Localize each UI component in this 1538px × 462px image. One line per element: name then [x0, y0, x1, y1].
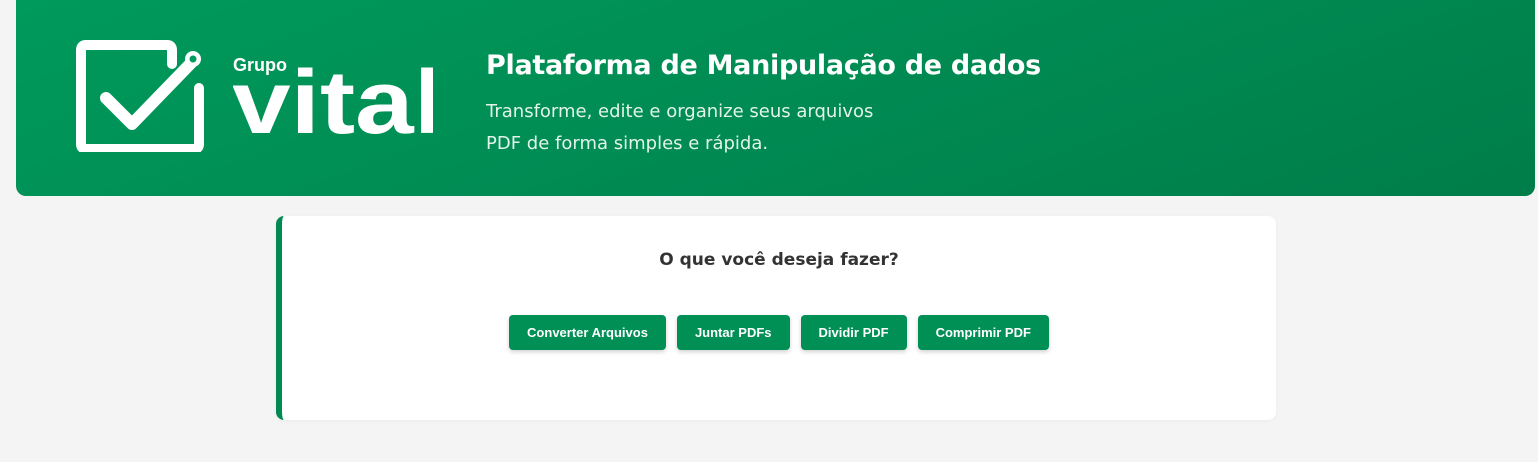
- action-card: O que você deseja fazer? Converter Arqui…: [276, 216, 1276, 420]
- subtitle-line-2: PDF de forma simples e rápida.: [486, 133, 769, 154]
- subtitle-line-1: Transforme, edite e organize seus arquiv…: [486, 101, 874, 122]
- merge-pdfs-button[interactable]: Juntar PDFs: [676, 315, 790, 350]
- split-pdf-button[interactable]: Dividir PDF: [800, 315, 907, 350]
- checkbox-logo-icon: [76, 40, 204, 152]
- brand-large-text: vital: [233, 53, 433, 142]
- header-banner: Grupo vital Plataforma de Manipulação de…: [16, 0, 1535, 196]
- brand-logo-text: Grupo vital: [233, 53, 433, 142]
- convert-files-button[interactable]: Converter Arquivos: [509, 315, 666, 350]
- action-question: O que você deseja fazer?: [659, 250, 899, 270]
- action-buttons: Converter Arquivos Juntar PDFs Dividir P…: [282, 315, 1276, 350]
- page-subtitle: Transforme, edite e organize seus arquiv…: [486, 96, 916, 160]
- compress-pdf-button[interactable]: Comprimir PDF: [917, 315, 1049, 350]
- page-title: Plataforma de Manipulação de dados: [486, 50, 1041, 81]
